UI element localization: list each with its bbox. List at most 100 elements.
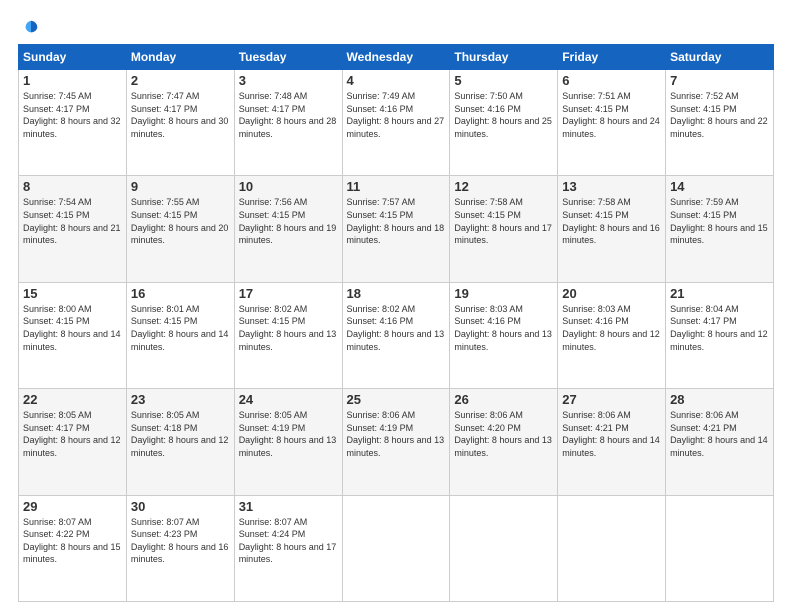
day-number: 10 [239, 179, 338, 194]
day-number: 17 [239, 286, 338, 301]
day-cell-content: Sunrise: 7:51 AM Sunset: 4:15 PM Dayligh… [562, 90, 661, 140]
calendar-day-cell: 31 Sunrise: 8:07 AM Sunset: 4:24 PM Dayl… [234, 495, 342, 601]
calendar-day-cell: 1 Sunrise: 7:45 AM Sunset: 4:17 PM Dayli… [19, 70, 127, 176]
day-cell-content: Sunrise: 8:02 AM Sunset: 4:16 PM Dayligh… [347, 303, 446, 353]
logo [18, 18, 40, 36]
calendar-week-row: 1 Sunrise: 7:45 AM Sunset: 4:17 PM Dayli… [19, 70, 774, 176]
day-cell-content: Sunrise: 8:05 AM Sunset: 4:19 PM Dayligh… [239, 409, 338, 459]
day-number: 8 [23, 179, 122, 194]
day-cell-content: Sunrise: 7:45 AM Sunset: 4:17 PM Dayligh… [23, 90, 122, 140]
day-number: 14 [670, 179, 769, 194]
day-header-friday: Friday [558, 45, 666, 70]
day-header-monday: Monday [126, 45, 234, 70]
calendar-day-cell: 21 Sunrise: 8:04 AM Sunset: 4:17 PM Dayl… [666, 282, 774, 388]
day-cell-content: Sunrise: 8:06 AM Sunset: 4:21 PM Dayligh… [562, 409, 661, 459]
day-cell-content: Sunrise: 8:06 AM Sunset: 4:20 PM Dayligh… [454, 409, 553, 459]
calendar-day-cell: 28 Sunrise: 8:06 AM Sunset: 4:21 PM Dayl… [666, 389, 774, 495]
day-number: 13 [562, 179, 661, 194]
day-number: 22 [23, 392, 122, 407]
day-number: 20 [562, 286, 661, 301]
day-cell-content: Sunrise: 7:58 AM Sunset: 4:15 PM Dayligh… [454, 196, 553, 246]
day-cell-content: Sunrise: 7:48 AM Sunset: 4:17 PM Dayligh… [239, 90, 338, 140]
day-number: 18 [347, 286, 446, 301]
day-cell-content: Sunrise: 7:58 AM Sunset: 4:15 PM Dayligh… [562, 196, 661, 246]
day-number: 12 [454, 179, 553, 194]
calendar-day-cell: 8 Sunrise: 7:54 AM Sunset: 4:15 PM Dayli… [19, 176, 127, 282]
calendar-day-cell: 23 Sunrise: 8:05 AM Sunset: 4:18 PM Dayl… [126, 389, 234, 495]
day-header-wednesday: Wednesday [342, 45, 450, 70]
calendar-day-cell [342, 495, 450, 601]
calendar-day-cell [558, 495, 666, 601]
calendar-day-cell: 30 Sunrise: 8:07 AM Sunset: 4:23 PM Dayl… [126, 495, 234, 601]
day-cell-content: Sunrise: 8:03 AM Sunset: 4:16 PM Dayligh… [562, 303, 661, 353]
calendar-day-cell: 12 Sunrise: 7:58 AM Sunset: 4:15 PM Dayl… [450, 176, 558, 282]
day-number: 23 [131, 392, 230, 407]
day-number: 6 [562, 73, 661, 88]
day-number: 15 [23, 286, 122, 301]
day-number: 19 [454, 286, 553, 301]
calendar-week-row: 15 Sunrise: 8:00 AM Sunset: 4:15 PM Dayl… [19, 282, 774, 388]
calendar-header-row: SundayMondayTuesdayWednesdayThursdayFrid… [19, 45, 774, 70]
day-cell-content: Sunrise: 8:07 AM Sunset: 4:22 PM Dayligh… [23, 516, 122, 566]
day-cell-content: Sunrise: 8:07 AM Sunset: 4:23 PM Dayligh… [131, 516, 230, 566]
day-number: 7 [670, 73, 769, 88]
day-number: 27 [562, 392, 661, 407]
calendar-day-cell: 3 Sunrise: 7:48 AM Sunset: 4:17 PM Dayli… [234, 70, 342, 176]
day-cell-content: Sunrise: 8:00 AM Sunset: 4:15 PM Dayligh… [23, 303, 122, 353]
calendar-week-row: 22 Sunrise: 8:05 AM Sunset: 4:17 PM Dayl… [19, 389, 774, 495]
calendar-day-cell: 17 Sunrise: 8:02 AM Sunset: 4:15 PM Dayl… [234, 282, 342, 388]
header [18, 18, 774, 36]
day-number: 3 [239, 73, 338, 88]
calendar-day-cell: 6 Sunrise: 7:51 AM Sunset: 4:15 PM Dayli… [558, 70, 666, 176]
calendar-day-cell: 24 Sunrise: 8:05 AM Sunset: 4:19 PM Dayl… [234, 389, 342, 495]
calendar-day-cell [666, 495, 774, 601]
day-cell-content: Sunrise: 7:56 AM Sunset: 4:15 PM Dayligh… [239, 196, 338, 246]
calendar-table: SundayMondayTuesdayWednesdayThursdayFrid… [18, 44, 774, 602]
calendar-day-cell: 9 Sunrise: 7:55 AM Sunset: 4:15 PM Dayli… [126, 176, 234, 282]
day-header-tuesday: Tuesday [234, 45, 342, 70]
day-cell-content: Sunrise: 8:02 AM Sunset: 4:15 PM Dayligh… [239, 303, 338, 353]
day-number: 25 [347, 392, 446, 407]
calendar-day-cell: 19 Sunrise: 8:03 AM Sunset: 4:16 PM Dayl… [450, 282, 558, 388]
day-number: 24 [239, 392, 338, 407]
calendar-day-cell: 10 Sunrise: 7:56 AM Sunset: 4:15 PM Dayl… [234, 176, 342, 282]
day-cell-content: Sunrise: 8:05 AM Sunset: 4:17 PM Dayligh… [23, 409, 122, 459]
day-number: 5 [454, 73, 553, 88]
day-number: 31 [239, 499, 338, 514]
calendar-day-cell: 16 Sunrise: 8:01 AM Sunset: 4:15 PM Dayl… [126, 282, 234, 388]
day-cell-content: Sunrise: 7:55 AM Sunset: 4:15 PM Dayligh… [131, 196, 230, 246]
calendar-day-cell: 2 Sunrise: 7:47 AM Sunset: 4:17 PM Dayli… [126, 70, 234, 176]
day-cell-content: Sunrise: 7:49 AM Sunset: 4:16 PM Dayligh… [347, 90, 446, 140]
day-number: 1 [23, 73, 122, 88]
calendar-day-cell: 18 Sunrise: 8:02 AM Sunset: 4:16 PM Dayl… [342, 282, 450, 388]
calendar-day-cell: 5 Sunrise: 7:50 AM Sunset: 4:16 PM Dayli… [450, 70, 558, 176]
logo-bird-icon [22, 18, 40, 36]
day-number: 30 [131, 499, 230, 514]
logo-text [18, 18, 40, 36]
day-header-sunday: Sunday [19, 45, 127, 70]
day-cell-content: Sunrise: 8:03 AM Sunset: 4:16 PM Dayligh… [454, 303, 553, 353]
calendar-day-cell: 4 Sunrise: 7:49 AM Sunset: 4:16 PM Dayli… [342, 70, 450, 176]
calendar-day-cell: 27 Sunrise: 8:06 AM Sunset: 4:21 PM Dayl… [558, 389, 666, 495]
day-number: 16 [131, 286, 230, 301]
day-header-thursday: Thursday [450, 45, 558, 70]
calendar-day-cell: 22 Sunrise: 8:05 AM Sunset: 4:17 PM Dayl… [19, 389, 127, 495]
day-cell-content: Sunrise: 8:05 AM Sunset: 4:18 PM Dayligh… [131, 409, 230, 459]
calendar-day-cell: 15 Sunrise: 8:00 AM Sunset: 4:15 PM Dayl… [19, 282, 127, 388]
calendar-day-cell: 25 Sunrise: 8:06 AM Sunset: 4:19 PM Dayl… [342, 389, 450, 495]
day-cell-content: Sunrise: 7:54 AM Sunset: 4:15 PM Dayligh… [23, 196, 122, 246]
calendar-day-cell: 7 Sunrise: 7:52 AM Sunset: 4:15 PM Dayli… [666, 70, 774, 176]
day-cell-content: Sunrise: 8:01 AM Sunset: 4:15 PM Dayligh… [131, 303, 230, 353]
day-cell-content: Sunrise: 7:52 AM Sunset: 4:15 PM Dayligh… [670, 90, 769, 140]
day-cell-content: Sunrise: 7:47 AM Sunset: 4:17 PM Dayligh… [131, 90, 230, 140]
calendar-week-row: 8 Sunrise: 7:54 AM Sunset: 4:15 PM Dayli… [19, 176, 774, 282]
day-number: 26 [454, 392, 553, 407]
day-cell-content: Sunrise: 7:59 AM Sunset: 4:15 PM Dayligh… [670, 196, 769, 246]
day-cell-content: Sunrise: 7:50 AM Sunset: 4:16 PM Dayligh… [454, 90, 553, 140]
calendar-day-cell: 11 Sunrise: 7:57 AM Sunset: 4:15 PM Dayl… [342, 176, 450, 282]
day-cell-content: Sunrise: 8:06 AM Sunset: 4:19 PM Dayligh… [347, 409, 446, 459]
calendar-day-cell: 20 Sunrise: 8:03 AM Sunset: 4:16 PM Dayl… [558, 282, 666, 388]
calendar-day-cell: 26 Sunrise: 8:06 AM Sunset: 4:20 PM Dayl… [450, 389, 558, 495]
page: SundayMondayTuesdayWednesdayThursdayFrid… [0, 0, 792, 612]
day-number: 11 [347, 179, 446, 194]
